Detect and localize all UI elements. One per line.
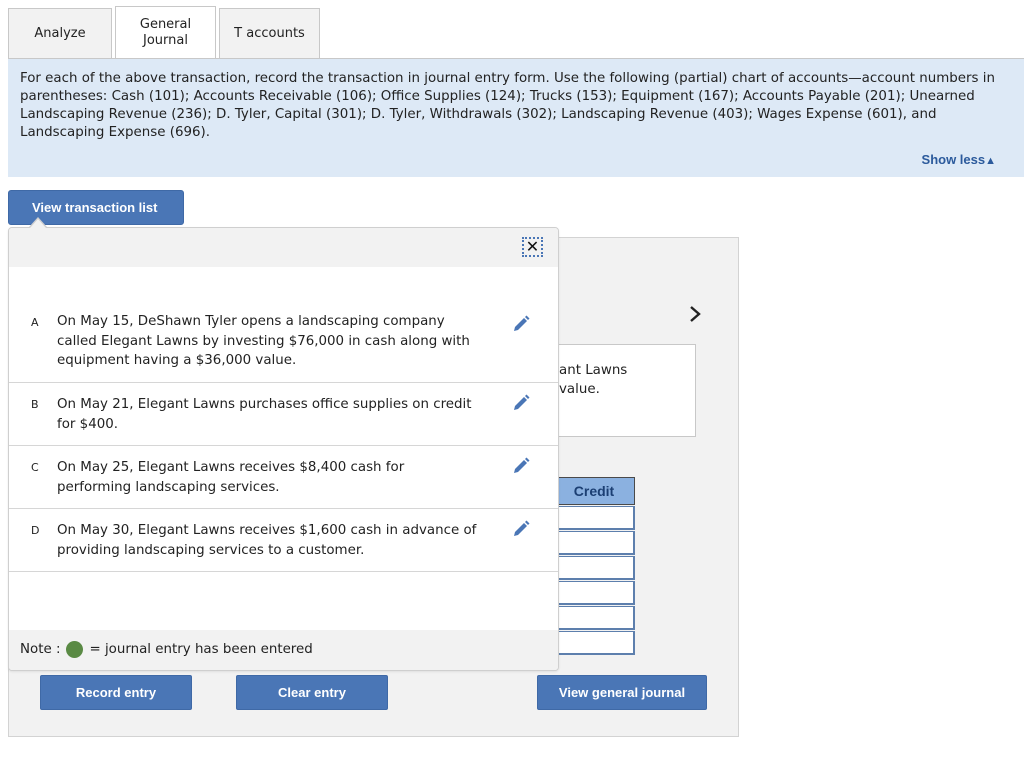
transaction-item[interactable]: C On May 25, Elegant Lawns receives $8,4… — [9, 446, 558, 509]
popup-header: ✕ — [9, 228, 558, 267]
credit-input[interactable] — [553, 531, 635, 555]
entered-status-dot-icon — [66, 641, 84, 658]
pencil-edit-icon[interactable] — [511, 314, 531, 334]
pencil-edit-icon[interactable] — [511, 393, 531, 413]
transaction-letter: B — [31, 398, 39, 411]
transaction-text: On May 30, Elegant Lawns receives $1,600… — [57, 523, 477, 558]
transaction-text: On May 15, DeShawn Tyler opens a landsca… — [57, 314, 470, 368]
credit-input[interactable] — [553, 631, 635, 655]
view-transaction-list-label: View transaction list — [32, 200, 158, 215]
transaction-text: On May 25, Elegant Lawns receives $8,400… — [57, 460, 405, 495]
instructions-text: For each of the above transaction, recor… — [20, 71, 995, 140]
clear-entry-button[interactable]: Clear entry — [236, 675, 388, 710]
show-less-label: Show less — [921, 152, 986, 167]
pencil-edit-icon[interactable] — [511, 456, 531, 476]
tab-label-line2: Journal — [143, 32, 188, 48]
transaction-box-line: ant Lawns — [559, 363, 628, 378]
tab-t-accounts-label: T accounts — [234, 26, 305, 41]
tab-analyze[interactable]: Analyze — [8, 8, 112, 59]
credit-input[interactable] — [553, 606, 635, 630]
credit-input[interactable] — [553, 556, 635, 580]
transaction-list-popup: ✕ A On May 15, DeShawn Tyler opens a lan… — [8, 227, 559, 671]
pencil-edit-icon[interactable] — [511, 519, 531, 539]
credit-input[interactable] — [553, 506, 635, 530]
credit-column-header: Credit — [553, 477, 635, 505]
tab-general-journal[interactable]: General Journal — [115, 6, 216, 59]
tab-label-line1: General — [139, 16, 192, 32]
transaction-list: A On May 15, DeShawn Tyler opens a lands… — [9, 306, 558, 572]
transaction-description-box: ant Lawns value. — [548, 344, 696, 437]
record-entry-button[interactable]: Record entry — [40, 675, 192, 710]
tab-analyze-label: Analyze — [34, 26, 86, 41]
view-general-journal-button[interactable]: View general journal — [537, 675, 707, 710]
record-entry-label: Record entry — [75, 685, 157, 700]
legend-note: Note : = journal entry has been entered — [9, 630, 558, 670]
transaction-item[interactable]: A On May 15, DeShawn Tyler opens a lands… — [9, 306, 558, 383]
note-prefix: Note : — [20, 642, 61, 657]
note-suffix: = journal entry has been entered — [89, 642, 313, 657]
clear-entry-label: Clear entry — [278, 685, 346, 700]
tab-general-journal-label: General Journal — [140, 17, 191, 49]
transaction-letter: C — [31, 461, 39, 474]
show-less-link[interactable]: Show less▲ — [922, 152, 996, 167]
transaction-box-line: value. — [559, 382, 600, 397]
instructions-panel: For each of the above transaction, recor… — [8, 59, 1024, 177]
view-general-journal-label: View general journal — [558, 685, 686, 700]
transaction-letter: D — [31, 524, 40, 537]
credit-input[interactable] — [553, 581, 635, 605]
chevron-right-icon[interactable] — [688, 303, 708, 329]
tab-bar: Analyze General Journal T accounts — [8, 6, 323, 59]
popup-caret — [30, 219, 46, 228]
close-icon[interactable]: ✕ — [522, 237, 543, 257]
tab-t-accounts[interactable]: T accounts — [219, 8, 320, 59]
transaction-text: On May 21, Elegant Lawns purchases offic… — [57, 397, 472, 432]
transaction-letter: A — [31, 316, 39, 329]
triangle-up-icon: ▲ — [985, 155, 996, 167]
transaction-item[interactable]: D On May 30, Elegant Lawns receives $1,6… — [9, 509, 558, 572]
credit-header-label: Credit — [573, 483, 615, 499]
transaction-item[interactable]: B On May 21, Elegant Lawns purchases off… — [9, 383, 558, 446]
